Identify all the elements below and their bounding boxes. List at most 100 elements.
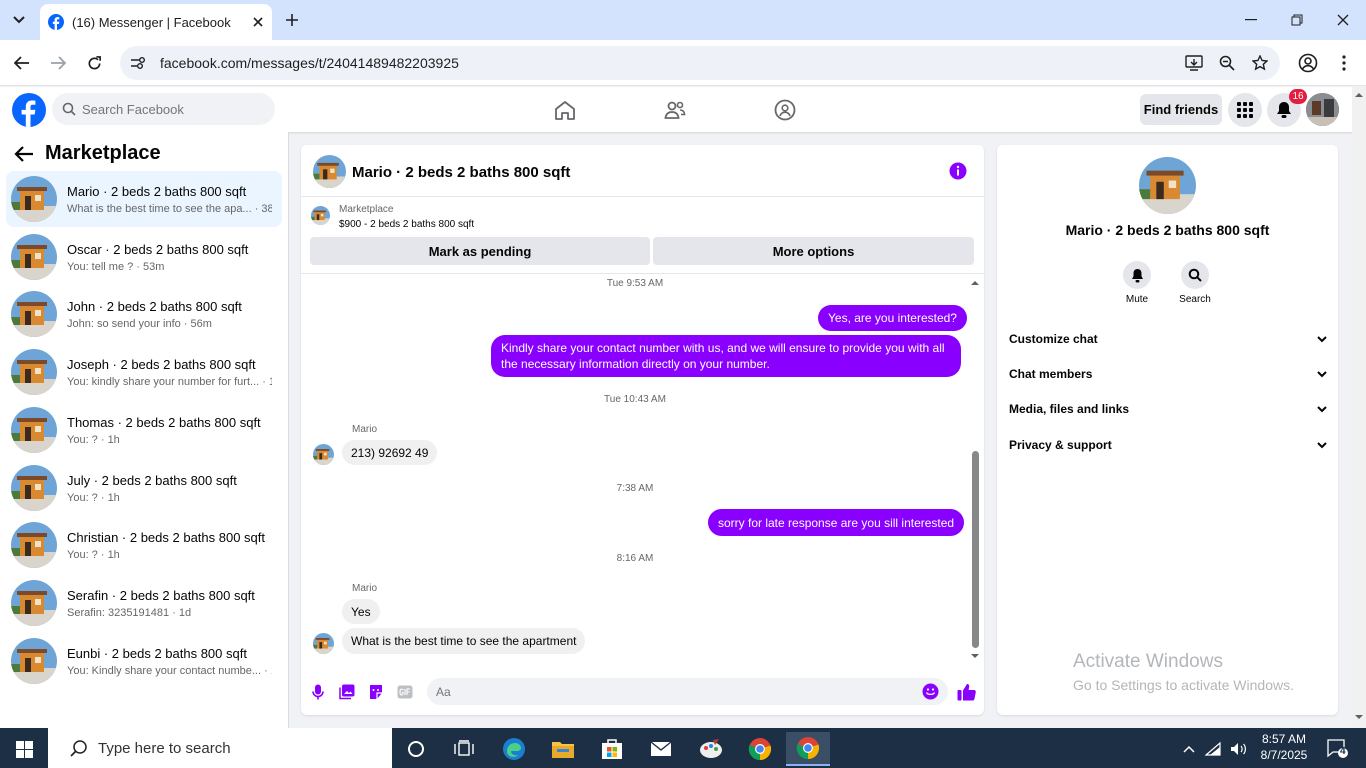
photo-icon[interactable] [337, 682, 357, 702]
emoji-icon[interactable] [922, 683, 939, 700]
action-center-count: 4 [1340, 746, 1346, 757]
thumbs-up-icon[interactable] [956, 682, 976, 702]
address-bar[interactable]: facebook.com/messages/t/2404148948220392… [120, 46, 1280, 80]
file-explorer-icon[interactable] [541, 732, 585, 766]
edge-browser-icon[interactable] [492, 732, 536, 766]
volume-icon[interactable] [1222, 732, 1256, 766]
chrome-menu-icon[interactable] [1329, 48, 1359, 78]
conversation-name: July · 2 beds 2 baths 800 sqft [67, 472, 237, 488]
listing-info[interactable]: $900 - 2 beds 2 baths 800 sqft [339, 219, 474, 230]
facebook-search-box[interactable] [52, 93, 275, 125]
info-icon[interactable] [949, 162, 967, 180]
details-section-row[interactable]: Media, files and links [1009, 399, 1327, 419]
details-section-row[interactable]: Customize chat [1009, 329, 1327, 349]
gif-icon[interactable] [395, 682, 415, 702]
mark-as-pending-button[interactable]: Mark as pending [310, 237, 650, 265]
browser-tab-messenger[interactable]: (16) Messenger | Facebook [40, 4, 272, 40]
message-timestamp: Tue 9:53 AM [606, 278, 664, 289]
message-timestamp: 8:16 AM [616, 553, 654, 564]
page-scrollbar[interactable] [1352, 87, 1366, 728]
received-message[interactable]: What is the best time to see the apartme… [342, 628, 586, 654]
chrome-profile-icon[interactable] [1293, 48, 1323, 78]
details-section-row[interactable]: Privacy & support [1009, 435, 1327, 455]
forward-arrow-icon[interactable] [43, 48, 73, 78]
conversation-item[interactable]: Joseph · 2 beds 2 baths 800 sqft You: kin… [6, 344, 282, 400]
groups-icon[interactable] [770, 96, 800, 124]
microsoft-store-icon[interactable] [590, 732, 634, 766]
facebook-search-input[interactable] [82, 101, 252, 117]
sent-message[interactable]: Kindly share your contact number with us… [491, 335, 961, 377]
cortana-icon[interactable] [394, 732, 438, 766]
conversation-preview: You: ? · 1h [67, 491, 120, 504]
details-section-row[interactable]: Chat members [1009, 364, 1327, 384]
site-info-icon[interactable] [130, 56, 146, 70]
details-section-label: Customize chat [1009, 332, 1098, 346]
taskbar-search-box[interactable]: Type here to search [48, 728, 392, 768]
conversation-avatar [11, 638, 57, 684]
details-avatar[interactable] [1139, 157, 1196, 214]
sent-message[interactable]: sorry for late response are you sill int… [708, 509, 965, 536]
sender-name: Mario [352, 424, 378, 435]
facebook-favicon-icon [48, 14, 64, 30]
mail-icon[interactable] [639, 732, 683, 766]
conversation-item[interactable]: Oscar · 2 beds 2 baths 800 sqft You: tell… [6, 229, 282, 285]
new-tab-plus-icon[interactable] [280, 8, 304, 32]
restore-window-icon[interactable] [1274, 0, 1320, 40]
reload-icon[interactable] [79, 48, 109, 78]
conversation-item[interactable]: Serafin · 2 beds 2 baths 800 sqft Serafin… [6, 575, 282, 631]
close-window-icon[interactable] [1320, 0, 1366, 40]
chrome-active-window-icon[interactable] [786, 732, 830, 766]
back-arrow-icon[interactable] [14, 145, 36, 165]
minimize-window-icon[interactable] [1228, 0, 1274, 40]
windows-start-icon[interactable] [2, 732, 46, 766]
bookmark-star-icon[interactable] [1247, 50, 1273, 76]
mute-button[interactable]: Mute [1112, 261, 1162, 305]
close-tab-icon[interactable] [252, 16, 264, 28]
paint-app-icon[interactable] [689, 732, 733, 766]
marketplace-title: Marketplace [45, 142, 161, 164]
sender-avatar[interactable] [313, 444, 334, 465]
conversation-item[interactable]: John · 2 beds 2 baths 800 sqft John: so s… [6, 286, 282, 342]
chat-title[interactable]: Mario · 2 beds 2 baths 800 sqft [352, 164, 570, 181]
sender-avatar[interactable] [313, 633, 334, 654]
received-message[interactable]: Yes [342, 599, 380, 624]
details-name: Mario · 2 beds 2 baths 800 sqft [1065, 222, 1270, 238]
chrome-icon[interactable] [738, 732, 782, 766]
taskbar-clock[interactable]: 8:57 AM 8/7/2025 [1254, 731, 1314, 763]
conversation-item[interactable]: Mario · 2 beds 2 baths 800 sqft What is t… [6, 171, 282, 227]
action-center-icon[interactable]: 4 [1318, 732, 1358, 766]
menu-grid-icon[interactable] [1228, 93, 1262, 127]
back-arrow-icon[interactable] [7, 48, 37, 78]
conversation-item[interactable]: Christian · 2 beds 2 baths 800 sqft You: … [6, 517, 282, 573]
conversation-item[interactable]: Eunbi · 2 beds 2 baths 800 sqft You: Kind… [6, 633, 282, 689]
chevron-down-icon [1317, 370, 1327, 378]
tab-search-dropdown-icon[interactable] [6, 8, 32, 32]
conversation-item[interactable]: July · 2 beds 2 baths 800 sqft You: ? · 1… [6, 460, 282, 516]
search-icon [62, 102, 76, 116]
chat-avatar[interactable] [313, 155, 346, 188]
url-text[interactable]: facebook.com/messages/t/2404148948220392… [160, 55, 1181, 71]
message-composer[interactable] [427, 678, 948, 705]
message-input[interactable] [436, 684, 896, 699]
profile-avatar[interactable] [1306, 93, 1339, 126]
conversation-avatar [11, 522, 57, 568]
listing-source: Marketplace [339, 204, 394, 215]
search-in-conversation-button[interactable]: Search [1170, 261, 1220, 305]
sent-message[interactable]: Yes, are you interested? [818, 305, 967, 331]
install-app-icon[interactable] [1181, 50, 1207, 76]
conversation-preview: John: so send your info · 56m [67, 317, 212, 330]
chat-scrollbar-thumb[interactable] [972, 451, 979, 648]
conversation-item[interactable]: Thomas · 2 beds 2 baths 800 sqft You: ? ·… [6, 402, 282, 458]
facebook-logo-icon[interactable] [12, 93, 46, 127]
home-icon[interactable] [550, 96, 580, 124]
microphone-icon[interactable] [308, 682, 328, 702]
zoom-icon[interactable] [1214, 50, 1240, 76]
search-icon [70, 739, 88, 757]
sticker-icon[interactable] [366, 682, 386, 702]
friends-icon[interactable] [660, 96, 690, 124]
find-friends-button[interactable]: Find friends [1140, 94, 1222, 125]
chevron-down-icon [1317, 335, 1327, 343]
received-message[interactable]: 213) 92692 49 [342, 440, 438, 465]
task-view-icon[interactable] [442, 732, 486, 766]
more-options-button[interactable]: More options [653, 237, 974, 265]
